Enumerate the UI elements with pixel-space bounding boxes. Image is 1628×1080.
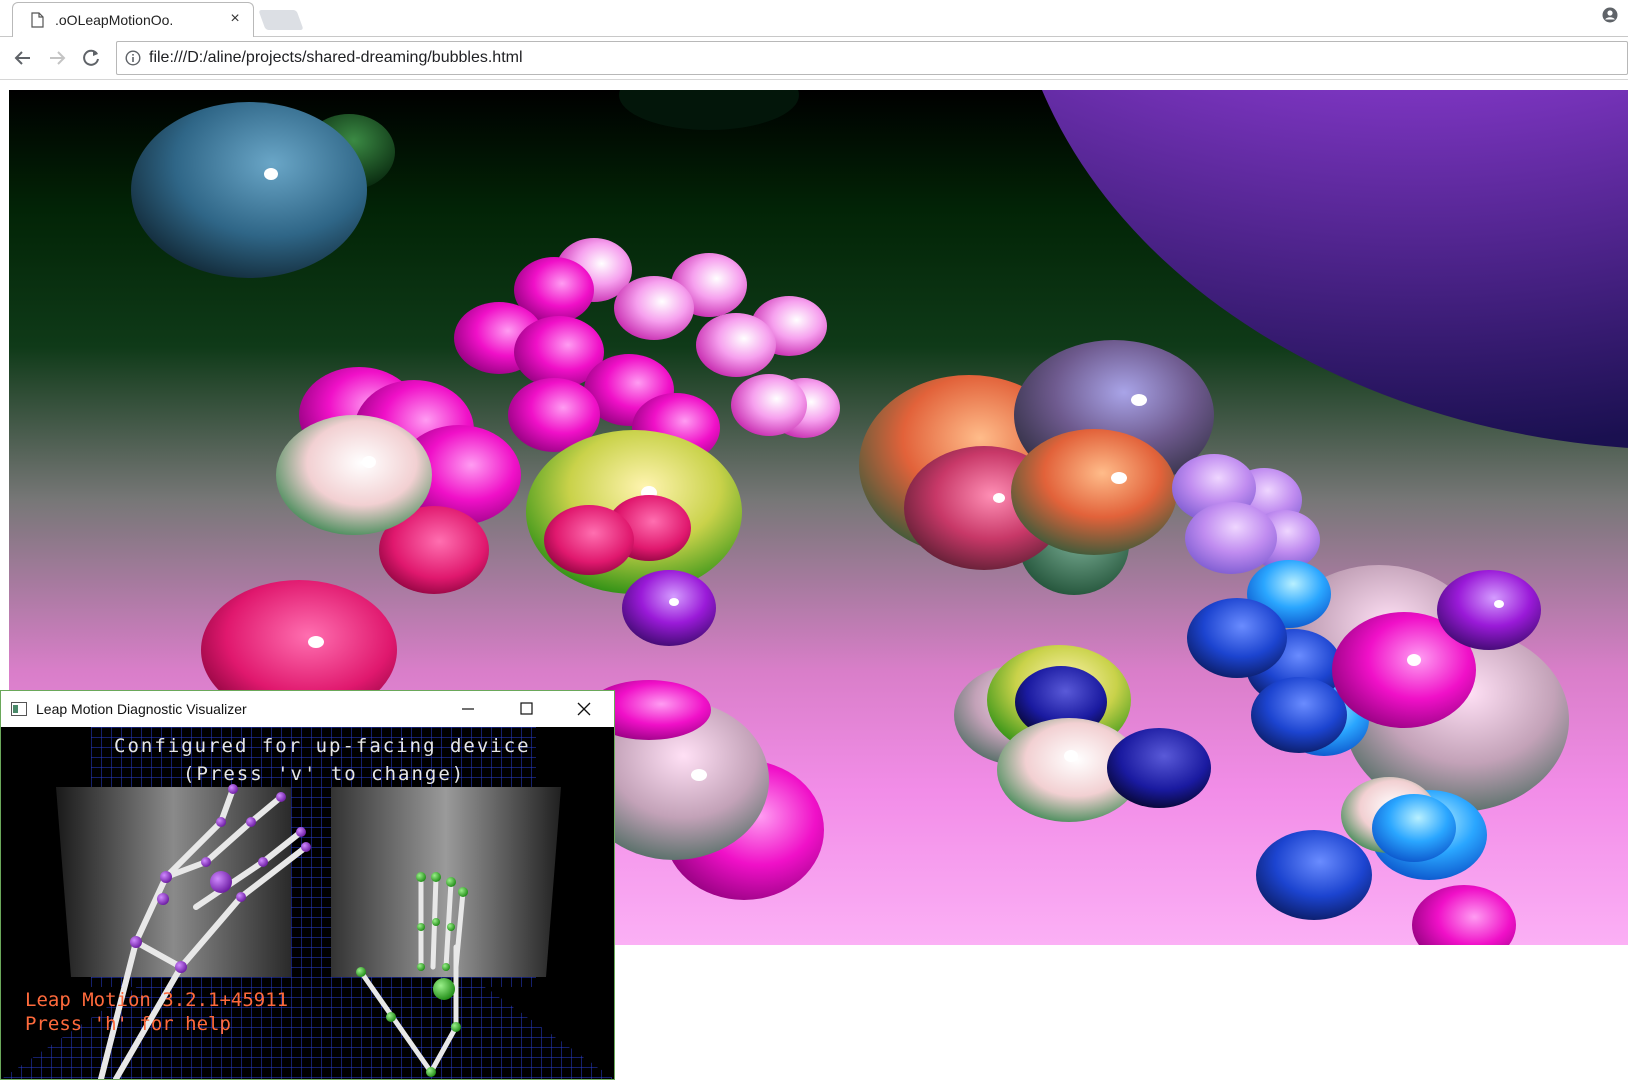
arrow-left-icon[interactable] bbox=[10, 45, 36, 71]
bubble bbox=[1187, 598, 1287, 678]
browser-toolbar: file:///D:/aline/projects/shared-dreamin… bbox=[0, 37, 1628, 80]
address-bar[interactable]: file:///D:/aline/projects/shared-dreamin… bbox=[116, 41, 1628, 75]
page-icon bbox=[31, 12, 44, 28]
minimize-icon[interactable] bbox=[453, 697, 483, 721]
device-config-text: Configured for up-facing device bbox=[114, 735, 531, 757]
bubble-steel-blue bbox=[131, 102, 367, 278]
tab-close-button[interactable]: × bbox=[225, 9, 245, 29]
bubble-violet bbox=[622, 570, 716, 646]
version-text: Leap Motion 3.2.1+45911 bbox=[25, 989, 289, 1011]
highlight bbox=[264, 168, 278, 180]
highlight bbox=[993, 493, 1005, 503]
visualizer-window-title: Leap Motion Diagnostic Visualizer bbox=[36, 701, 247, 717]
bubble bbox=[696, 313, 776, 377]
arrow-right-icon[interactable] bbox=[44, 45, 70, 71]
bubble bbox=[731, 374, 807, 436]
reload-icon[interactable] bbox=[78, 45, 104, 71]
visualizer-window[interactable]: Leap Motion Diagnostic Visualizer Config… bbox=[0, 690, 615, 1080]
highlight bbox=[1064, 750, 1078, 762]
bubble bbox=[1185, 502, 1277, 574]
highlight bbox=[362, 456, 376, 468]
bubble bbox=[1412, 885, 1516, 945]
visualizer-titlebar[interactable]: Leap Motion Diagnostic Visualizer bbox=[1, 691, 614, 727]
bubble bbox=[1372, 794, 1456, 862]
highlight bbox=[1131, 394, 1147, 406]
maximize-icon[interactable] bbox=[511, 697, 541, 721]
bubble bbox=[1251, 677, 1347, 753]
bubble bbox=[1256, 830, 1372, 920]
highlight bbox=[691, 769, 707, 781]
new-tab-button[interactable] bbox=[258, 10, 304, 30]
info-icon[interactable] bbox=[125, 50, 141, 66]
bubble-violet bbox=[1437, 570, 1541, 650]
browser-tab[interactable]: .oOLeapMotionOo. × bbox=[12, 2, 254, 37]
bubble-cream bbox=[276, 415, 432, 535]
highlight bbox=[1494, 600, 1504, 608]
highlight bbox=[1407, 654, 1421, 666]
bubble bbox=[614, 276, 694, 340]
url-text: file:///D:/aline/projects/shared-dreamin… bbox=[149, 49, 523, 66]
bubble bbox=[544, 505, 634, 575]
tab-title: .oOLeapMotionOo. bbox=[55, 12, 174, 28]
app-icon bbox=[11, 702, 27, 716]
tab-strip: .oOLeapMotionOo. × bbox=[0, 0, 1628, 37]
highlight bbox=[1111, 472, 1127, 484]
highlight bbox=[308, 636, 324, 648]
visualizer-canvas[interactable]: Configured for up-facing device (Press '… bbox=[1, 727, 614, 1079]
help-hint-text: Press 'h' for help bbox=[25, 1013, 231, 1035]
device-change-hint: (Press 'v' to change) bbox=[183, 763, 466, 785]
profile-icon[interactable] bbox=[1602, 7, 1618, 23]
highlight bbox=[669, 598, 679, 606]
bubble-orange bbox=[1011, 429, 1177, 555]
close-icon[interactable] bbox=[569, 697, 599, 721]
bubble-navy bbox=[1107, 728, 1211, 808]
bubble-shadow bbox=[619, 90, 799, 130]
